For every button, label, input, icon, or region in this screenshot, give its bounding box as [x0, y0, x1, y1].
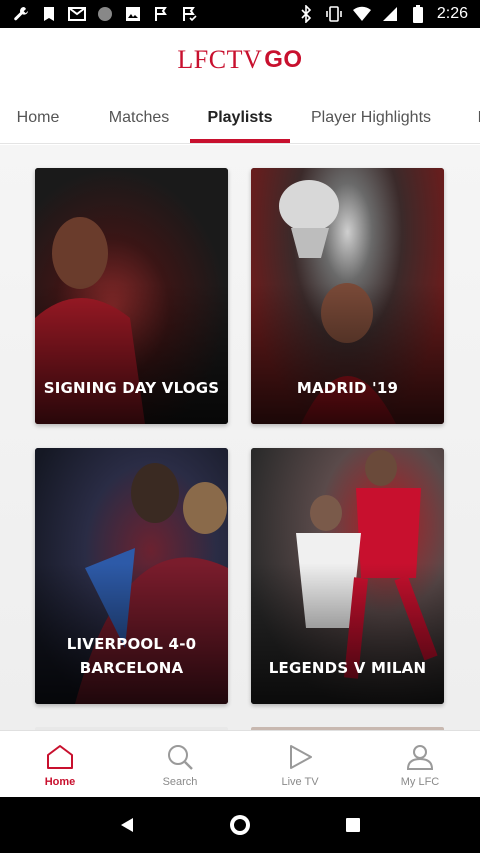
home-circle-icon[interactable] — [225, 810, 255, 840]
playlist-title: MADRID '19 — [296, 379, 399, 397]
bluetooth-icon — [297, 5, 315, 23]
play-icon — [285, 742, 315, 772]
playlist-card-legends-v-milan[interactable]: LEGENDS V MILAN — [251, 448, 444, 704]
system-status-icons: 2:26 — [297, 5, 468, 23]
notification-icons — [12, 5, 198, 23]
status-bar: 2:26 — [0, 0, 480, 28]
playlist-card-signing-day-vlogs[interactable]: SIGNING DAY VLOGS — [35, 168, 228, 424]
tab-player-highlights[interactable]: Player Highlights — [298, 92, 444, 143]
clock: 2:26 — [436, 5, 468, 22]
wrench-icon — [12, 5, 30, 23]
nav-live-tv[interactable]: Live TV — [240, 731, 360, 798]
flag-icon — [152, 5, 170, 23]
circle-icon — [96, 5, 114, 23]
lfctv-go-logo: LFCTV GO — [177, 45, 302, 75]
tab-playlists[interactable]: Playlists — [190, 92, 290, 143]
tab-matches[interactable]: Matches — [96, 92, 182, 143]
nav-home[interactable]: Home — [0, 731, 120, 798]
system-navigation-bar — [0, 797, 480, 853]
playlist-title: LEGENDS V MILAN — [268, 659, 427, 677]
nav-live-tv-label: Live TV — [281, 775, 319, 788]
tab-more[interactable]: B — [468, 92, 480, 143]
wifi-icon — [352, 5, 371, 23]
nav-my-lfc[interactable]: My LFC — [360, 731, 480, 798]
gmail-icon — [68, 5, 86, 23]
nav-home-label: Home — [44, 775, 76, 788]
battery-icon — [409, 5, 427, 23]
playlist-card-madrid-19[interactable]: MADRID '19 — [251, 168, 444, 424]
flag-check-icon — [180, 5, 198, 23]
vibrate-icon — [325, 5, 343, 23]
home-icon — [45, 742, 75, 772]
playlist-title: SIGNING DAY VLOGS — [43, 379, 220, 397]
logo-text: LFCTV — [177, 45, 263, 74]
logo-go: GO — [264, 46, 303, 73]
app-header: LFCTV GO — [0, 28, 480, 92]
playlist-title: LIVERPOOL 4-0 BARCELONA — [66, 635, 197, 677]
playlists-grid: SIGNING DAY VLOGS MADRID '19 LIVERPOOL 4… — [0, 145, 480, 730]
recents-icon[interactable] — [338, 810, 368, 840]
nav-my-lfc-label: My LFC — [400, 775, 440, 788]
bookmark-icon — [40, 5, 58, 23]
active-tab-indicator — [190, 139, 290, 143]
category-tabs: Home Matches Playlists Player Highlights… — [0, 92, 480, 144]
nav-search[interactable]: Search — [120, 731, 240, 798]
tab-home[interactable]: Home — [0, 92, 76, 143]
user-icon — [405, 742, 435, 772]
signal-icon — [381, 5, 399, 23]
playlist-card-liverpool-4-0-barcelona[interactable]: LIVERPOOL 4-0 BARCELONA — [35, 448, 228, 704]
image-icon — [124, 5, 142, 23]
nav-search-label: Search — [162, 775, 198, 788]
bottom-navigation: Home Search Live TV My LFC — [0, 730, 480, 797]
back-icon[interactable] — [112, 810, 142, 840]
search-icon — [165, 742, 195, 772]
